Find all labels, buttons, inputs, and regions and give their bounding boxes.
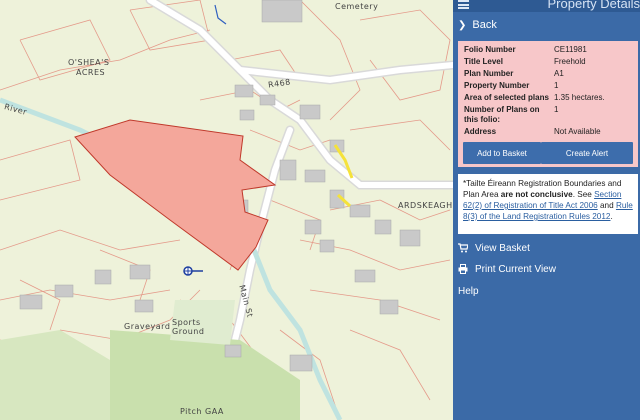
detail-key: Number of Plans on this folio: (464, 105, 540, 124)
chevron-right-icon: ❯ (458, 19, 467, 31)
label-graveyard: Graveyard (124, 322, 171, 331)
detail-value: 1 (554, 105, 559, 114)
detail-row: Plan Number A1 (462, 68, 634, 80)
label-osheas: O'SHEA'S (68, 58, 110, 67)
back-button[interactable]: ❯ Back (453, 14, 640, 36)
label-sports: Sports (172, 318, 201, 327)
detail-key: Area of selected plans (464, 93, 549, 102)
detail-key: Property Number (464, 81, 530, 90)
disclaimer-note: *Tailte Éireann Registration Boundaries … (458, 174, 638, 234)
label-ardskeagh: ARDSKEAGH (398, 201, 453, 210)
detail-row: Area of selected plans 1.35 hectares. (462, 92, 634, 104)
detail-value: CE11981 (554, 45, 587, 54)
detail-key: Folio Number (464, 45, 516, 54)
label-ground: Ground (172, 327, 205, 336)
note-text-2: . See (572, 190, 595, 199)
detail-row: Number of Plans on this folio: 1 (462, 104, 634, 126)
hamburger-menu-icon[interactable] (458, 0, 469, 9)
detail-value: 1 (554, 81, 559, 90)
detail-row: Property Number 1 (462, 80, 634, 92)
detail-value: Freehold (554, 57, 586, 66)
detail-value: Not Available (554, 127, 601, 136)
note-bold: are not conclusive (500, 190, 573, 199)
detail-key: Title Level (464, 57, 503, 66)
print-view-item[interactable]: Print Current View (453, 258, 640, 280)
note-text-3: and (597, 201, 616, 210)
detail-value: A1 (554, 69, 564, 78)
create-alert-button[interactable]: Create Alert (541, 142, 633, 164)
detail-row: Address Not Available (462, 126, 634, 138)
print-label: Print Current View (475, 263, 556, 275)
view-basket-label: View Basket (475, 242, 530, 254)
detail-row: Folio Number CE11981 (462, 44, 634, 56)
detail-row: Title Level Freehold (462, 56, 634, 68)
help-item[interactable]: Help (453, 280, 640, 302)
cart-icon (458, 243, 468, 253)
property-details-card: Folio Number CE11981 Title Level Freehold … (458, 41, 638, 167)
details-table: Folio Number CE11981 Title Level Freehold … (462, 44, 634, 138)
printer-icon (458, 264, 468, 274)
back-label: Back (472, 19, 497, 31)
add-to-basket-button[interactable]: Add to Basket (463, 142, 541, 164)
label-acres: ACRES (76, 68, 106, 77)
note-text-4: . (610, 212, 613, 221)
property-panel: Property Details ❯ Back Folio Number CE11… (453, 0, 640, 420)
panel-header: Property Details (453, 0, 640, 12)
detail-value: 1.35 hectares. (554, 93, 605, 102)
map-view[interactable]: Cemetery O'SHEA'S ACRES R468 River ARDSK… (0, 0, 453, 420)
label-cemetery: Cemetery (335, 2, 379, 11)
details-actions: Add to Basket Create Alert (463, 142, 633, 164)
help-label: Help (458, 285, 479, 297)
view-basket-item[interactable]: View Basket (453, 237, 640, 259)
panel-title: Property Details (547, 0, 640, 11)
detail-key: Plan Number (464, 69, 514, 78)
detail-key: Address (464, 127, 497, 136)
label-pitch: Pitch GAA (180, 407, 224, 416)
